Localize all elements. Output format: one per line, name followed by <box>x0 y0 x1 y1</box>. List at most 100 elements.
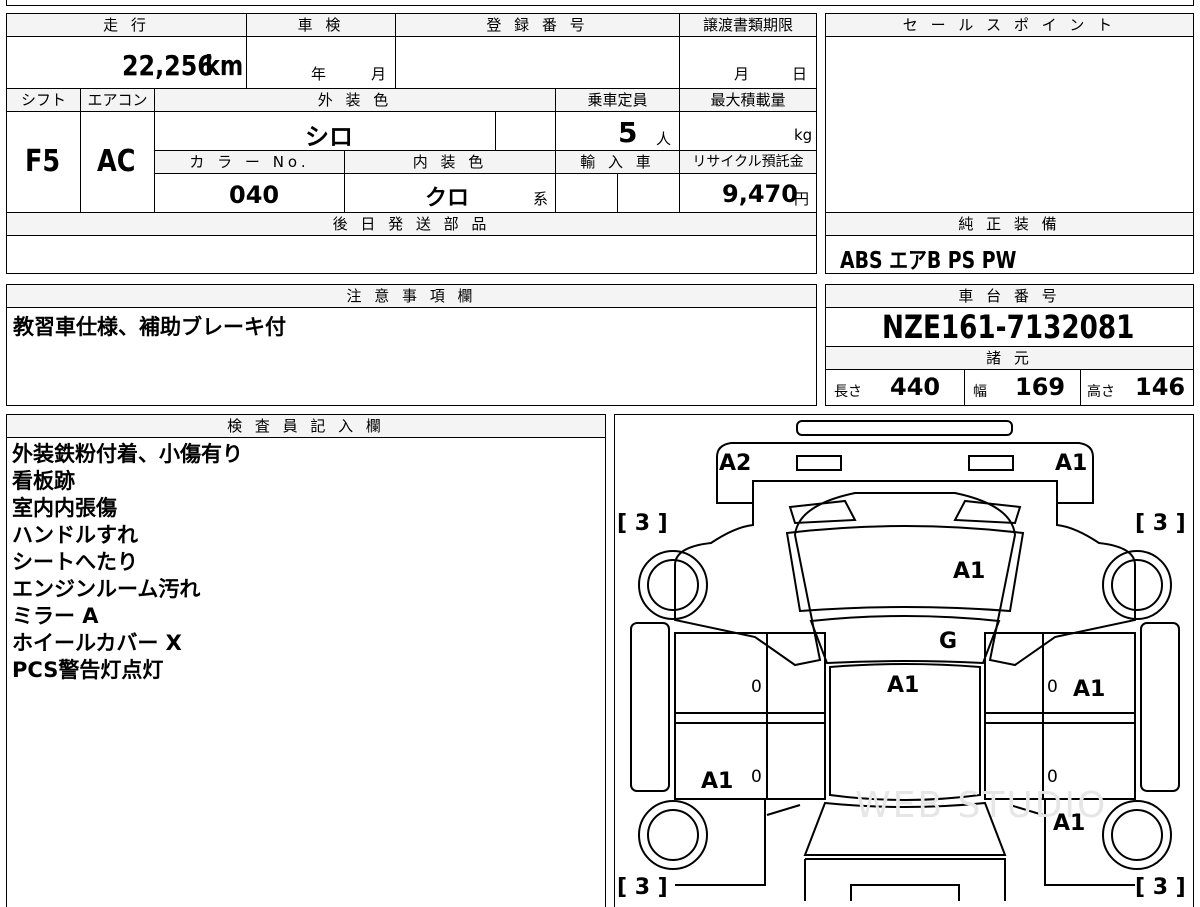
mileage-header: 走 行 <box>6 13 247 37</box>
height-cell: 高さ 146 <box>1080 369 1194 406</box>
door-zero: 0 <box>751 677 762 697</box>
wheel-front-left <box>638 550 708 620</box>
recycle-header: リサイクル預託金 <box>679 150 817 174</box>
door-zero: 0 <box>1047 767 1058 787</box>
recycle-value: 9,470 <box>722 180 798 208</box>
sales-point-header: セ ー ル ス ポ イ ン ト <box>825 13 1194 37</box>
exterior-color-extra <box>495 111 556 151</box>
inspector-line: 外装鉄粉付着、小傷有り <box>12 442 243 466</box>
trunk <box>804 858 1006 901</box>
aircon-header: エアコン <box>80 88 155 112</box>
interior-color-cell: クロ 系 <box>344 173 556 213</box>
headlight-left <box>796 455 842 471</box>
aircon-cell: AC <box>80 111 155 213</box>
watermark: WEB STUDIO <box>855 785 1108 826</box>
width-cell: 幅 169 <box>964 369 1081 406</box>
mark-left-rear: A1 <box>701 769 734 794</box>
genuine-equipment-cell: ABS エアB PS PW <box>825 235 1194 274</box>
door-left-rear <box>674 722 826 800</box>
chassis-cell: NZE161-7132081 <box>825 307 1194 347</box>
import-header: 輸 入 車 <box>555 150 680 174</box>
import-cell-a <box>555 173 618 213</box>
length-label: 長さ <box>834 384 862 400</box>
car-diagram <box>630 420 1180 901</box>
wheel-rear-right-inner <box>1111 809 1163 861</box>
notes-value: 教習車仕様、補助ブレーキ付 <box>13 315 286 339</box>
door-left-front <box>674 632 826 724</box>
interior-color-value: クロ <box>425 186 470 211</box>
exterior-color-value: シロ <box>305 123 353 151</box>
wheel-rear-right <box>1102 800 1172 870</box>
mileage-value: 22,256 <box>122 49 214 82</box>
import-cell-b <box>617 173 680 213</box>
wheel-front-right-inner <box>1111 559 1163 611</box>
body-outline <box>674 481 1136 667</box>
length-value: 440 <box>890 373 941 401</box>
genuine-equipment-header: 純 正 装 備 <box>825 212 1194 236</box>
genuine-equipment-value: ABS エアB PS PW <box>840 248 1017 274</box>
registration-cell <box>395 36 680 89</box>
inspector-line: ホイールカバー X <box>12 631 182 655</box>
inspector-line: ハンドルすれ <box>12 523 138 547</box>
inspector-line: シートへたり <box>12 550 138 574</box>
width-label: 幅 <box>973 384 987 400</box>
tire-tread-front-left: [ 3 ] <box>617 511 668 536</box>
max-load-unit: kg <box>794 126 813 144</box>
color-no-header: カ ラ ー No. <box>154 150 345 174</box>
door-zero: 0 <box>1047 677 1058 697</box>
chassis-header: 車 台 番 号 <box>825 284 1194 308</box>
mark-windshield: G <box>939 629 958 654</box>
inspection-month-unit: 月 <box>371 65 387 83</box>
front-bumper-bar <box>796 420 1013 436</box>
registration-header: 登 録 番 号 <box>395 13 680 37</box>
inspection-header: 車 検 <box>246 13 396 37</box>
inspector-header: 検 査 員 記 入 欄 <box>6 414 606 438</box>
headlight-right <box>968 455 1014 471</box>
transfer-deadline-header: 譲渡書類期限 <box>679 13 817 37</box>
rear-quarter-left <box>675 799 801 886</box>
wheel-front-right <box>1102 550 1172 620</box>
sales-point-cell <box>825 36 1194 213</box>
notes-cell: 教習車仕様、補助ブレーキ付 <box>6 307 817 406</box>
inspector-cell: 外装鉄粉付着、小傷有り 看板跡 室内内張傷 ハンドルすれ シートへたり エンジン… <box>6 437 606 907</box>
car-diagram-frame: A2 A1 A1 G A1 A1 A1 A1 0 0 0 0 [ 3 ] [ 3… <box>614 414 1194 907</box>
tire-tread-front-right: [ 3 ] <box>1135 511 1186 536</box>
inspector-line: PCS警告灯点灯 <box>12 658 164 682</box>
sill-right <box>1140 622 1180 792</box>
bonnet <box>785 525 1025 613</box>
width-value: 169 <box>1015 373 1066 401</box>
inspector-line: 室内内張傷 <box>12 496 117 520</box>
interior-color-header: 内 装 色 <box>344 150 556 174</box>
color-no-cell: 040 <box>154 173 345 213</box>
door-zero: 0 <box>751 767 762 787</box>
max-load-header: 最大積載量 <box>679 88 817 112</box>
height-label: 高さ <box>1087 384 1115 400</box>
inspection-year-unit: 年 <box>311 65 327 83</box>
capacity-cell: 5 人 <box>555 111 680 151</box>
exterior-color-header: 外 装 色 <box>154 88 556 112</box>
inspector-list: 外装鉄粉付着、小傷有り 看板跡 室内内張傷 ハンドルすれ シートへたり エンジン… <box>12 441 243 684</box>
mark-front-left: A2 <box>719 451 752 476</box>
wheel-front-left-inner <box>647 559 699 611</box>
top-strip <box>6 0 1194 6</box>
inspector-line: エンジンルーム汚れ <box>12 577 201 601</box>
tire-tread-rear-right: [ 3 ] <box>1135 875 1186 900</box>
specs-header: 諸 元 <box>825 346 1194 370</box>
later-parts-header: 後 日 発 送 部 品 <box>6 212 817 236</box>
mark-front-right: A1 <box>1055 451 1088 476</box>
height-value: 146 <box>1135 373 1186 401</box>
rear-bumper-piece <box>850 884 960 901</box>
recycle-cell: 9,470 円 <box>679 173 817 213</box>
mark-right-front-door: A1 <box>1073 677 1106 702</box>
notes-header: 注 意 事 項 欄 <box>6 284 817 308</box>
tire-tread-rear-left: [ 3 ] <box>617 875 668 900</box>
recycle-unit: 円 <box>794 190 810 208</box>
windshield <box>809 615 1001 665</box>
mileage-cell: 22,256 km <box>6 36 247 89</box>
shift-header: シフト <box>6 88 81 112</box>
capacity-unit: 人 <box>656 130 672 148</box>
color-no-value: 040 <box>229 181 280 209</box>
inspection-cell: 年 月 <box>246 36 396 89</box>
mark-roof: A1 <box>887 673 920 698</box>
wheel-rear-left-inner <box>647 809 699 861</box>
